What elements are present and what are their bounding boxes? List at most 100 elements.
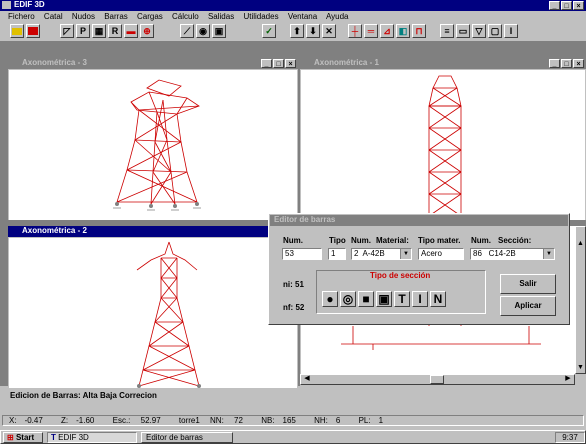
- render-icon[interactable]: ◉: [196, 24, 210, 38]
- windows-logo-icon: ⊞: [7, 433, 14, 442]
- menu-salidas[interactable]: Salidas: [208, 12, 234, 21]
- aplicar-button[interactable]: Aplicar: [500, 296, 556, 316]
- tower-front-drawing: [136, 241, 201, 388]
- minimize-icon[interactable]: _: [549, 1, 560, 10]
- scroll-up-icon[interactable]: ▲: [575, 240, 586, 250]
- nf-label: nf: 52: [283, 303, 305, 312]
- menu-fichero[interactable]: Fichero: [8, 12, 35, 21]
- chevron-down-icon[interactable]: ▼: [543, 249, 554, 259]
- viewport-2[interactable]: [9, 238, 297, 388]
- close-icon[interactable]: ×: [573, 59, 584, 68]
- num-field[interactable]: 53: [282, 248, 322, 260]
- arrow-up-icon[interactable]: ⬆: [290, 24, 304, 38]
- menu-barras[interactable]: Barras: [104, 12, 128, 21]
- t-section-icon[interactable]: T: [394, 291, 410, 307]
- save-exit-icon[interactable]: [26, 24, 40, 38]
- close-icon[interactable]: ×: [573, 1, 584, 10]
- frame-icon-2[interactable]: ═: [364, 24, 378, 38]
- viewport-3[interactable]: [9, 70, 297, 220]
- taskbar: ⊞ Start T EDIF 3D Editor de barras 9:37: [0, 430, 586, 444]
- window-axonometrica-3[interactable]: Axonométrica - 3 _ □ ×: [8, 58, 298, 220]
- select-icon[interactable]: ◸: [60, 24, 74, 38]
- header-tipo: Tipo: [329, 236, 346, 245]
- taskbar-edif3d[interactable]: T EDIF 3D: [47, 432, 137, 443]
- nb-readout: NB: 165: [261, 416, 296, 425]
- window-axonometrica-1[interactable]: Axonométrica - 1 _ □ ×: [300, 58, 586, 220]
- square-solid-icon[interactable]: ■: [358, 291, 374, 307]
- frame-icon-3[interactable]: ⊿: [380, 24, 394, 38]
- perspective-icon[interactable]: ⟋: [180, 24, 194, 38]
- check-button[interactable]: ✓: [262, 24, 276, 38]
- grid-icon[interactable]: ▦: [92, 24, 106, 38]
- tipo-field[interactable]: 1: [328, 248, 346, 260]
- minimize-icon[interactable]: _: [261, 59, 272, 68]
- frame-icon-1[interactable]: ┼: [348, 24, 362, 38]
- hollow-icon[interactable]: ▭: [456, 24, 470, 38]
- taskbar-editor-barras[interactable]: Editor de barras: [141, 432, 233, 443]
- x-readout: X: -0.47: [9, 416, 43, 425]
- salir-button[interactable]: Salir: [500, 274, 556, 294]
- seccion-value: C14-2B: [488, 249, 516, 258]
- dialog-title: Editor de barras: [274, 215, 336, 224]
- window-3-title-bar[interactable]: Axonométrica - 3 _ □ ×: [8, 58, 298, 69]
- window-axonometrica-2[interactable]: Axonométrica - 2: [8, 226, 298, 388]
- material-select[interactable]: 2 A-42B ▼: [351, 248, 412, 260]
- arrow-down-icon[interactable]: ⬇: [306, 24, 320, 38]
- esc-readout: Esc.: 52.97: [112, 416, 161, 425]
- section-type-title: Tipo de sección: [370, 271, 431, 280]
- material-value: A-42B: [362, 249, 385, 258]
- open-folder-icon[interactable]: [10, 24, 24, 38]
- menu-cargas[interactable]: Cargas: [137, 12, 163, 21]
- minimize-icon[interactable]: _: [549, 59, 560, 68]
- maximize-icon[interactable]: □: [561, 1, 572, 10]
- seccion-num: 86: [473, 249, 482, 258]
- scroll-left-icon[interactable]: ◀: [302, 374, 312, 385]
- menu-ayuda[interactable]: Ayuda: [326, 12, 349, 21]
- circle-solid-icon[interactable]: ●: [322, 291, 338, 307]
- start-button[interactable]: ⊞ Start: [3, 432, 43, 443]
- dialog-title-bar[interactable]: Editor de barras: [270, 215, 568, 226]
- menu-nudos[interactable]: Nudos: [72, 12, 95, 21]
- window-1-title: Axonométrica - 1: [314, 58, 379, 67]
- node-icon[interactable]: ⊕: [140, 24, 154, 38]
- viewport-1[interactable]: [301, 70, 585, 220]
- header-num-material: Num.: [351, 236, 371, 245]
- header-num-seccion: Num.: [471, 236, 491, 245]
- r-button[interactable]: R: [108, 24, 122, 38]
- triangle-icon[interactable]: ▽: [472, 24, 486, 38]
- scroll-right-icon[interactable]: ▶: [563, 374, 573, 385]
- menu-catal[interactable]: Catal: [44, 12, 63, 21]
- close-icon[interactable]: ×: [285, 59, 296, 68]
- maximize-icon[interactable]: □: [561, 59, 572, 68]
- menu-utilidades[interactable]: Utilidades: [243, 12, 278, 21]
- maximize-icon[interactable]: □: [273, 59, 284, 68]
- box-icon[interactable]: ▢: [488, 24, 502, 38]
- seccion-select[interactable]: 86 C14-2B ▼: [470, 248, 555, 260]
- menu-ventana[interactable]: Ventana: [288, 12, 317, 21]
- tipo-mater-field[interactable]: Acero: [418, 248, 464, 260]
- app-title: EDIF 3D: [14, 0, 45, 9]
- p-button[interactable]: P: [76, 24, 90, 38]
- frame-icon-4[interactable]: ◧: [396, 24, 410, 38]
- bar-icon[interactable]: ▬: [124, 24, 138, 38]
- n-section-icon[interactable]: N: [430, 291, 446, 307]
- i-section-icon[interactable]: I: [412, 291, 428, 307]
- start-label: Start: [15, 433, 35, 442]
- ibeam-icon[interactable]: I: [504, 24, 518, 38]
- scroll-thumb[interactable]: [430, 375, 444, 384]
- scroll-down-icon[interactable]: ▼: [575, 364, 586, 374]
- chevron-down-icon[interactable]: ▼: [400, 249, 411, 259]
- app-title-bar: EDIF 3D _ □ ×: [0, 0, 586, 11]
- window-3-title: Axonométrica - 3: [22, 58, 87, 67]
- window-2-title-bar[interactable]: Axonométrica - 2: [8, 226, 298, 237]
- frame-icon-5[interactable]: ⊓: [412, 24, 426, 38]
- circle-ring-icon[interactable]: ◎: [340, 291, 356, 307]
- menu-calculo[interactable]: Cálculo: [172, 12, 199, 21]
- nn-readout: NN: 72: [210, 416, 243, 425]
- square-hollow-icon[interactable]: ▣: [376, 291, 392, 307]
- cube-icon[interactable]: ▣: [212, 24, 226, 38]
- list-icon[interactable]: ≡: [440, 24, 454, 38]
- cross-icon[interactable]: ✕: [322, 24, 336, 38]
- window-1-title-bar[interactable]: Axonométrica - 1 _ □ ×: [300, 58, 586, 69]
- t-app-icon: T: [51, 433, 56, 442]
